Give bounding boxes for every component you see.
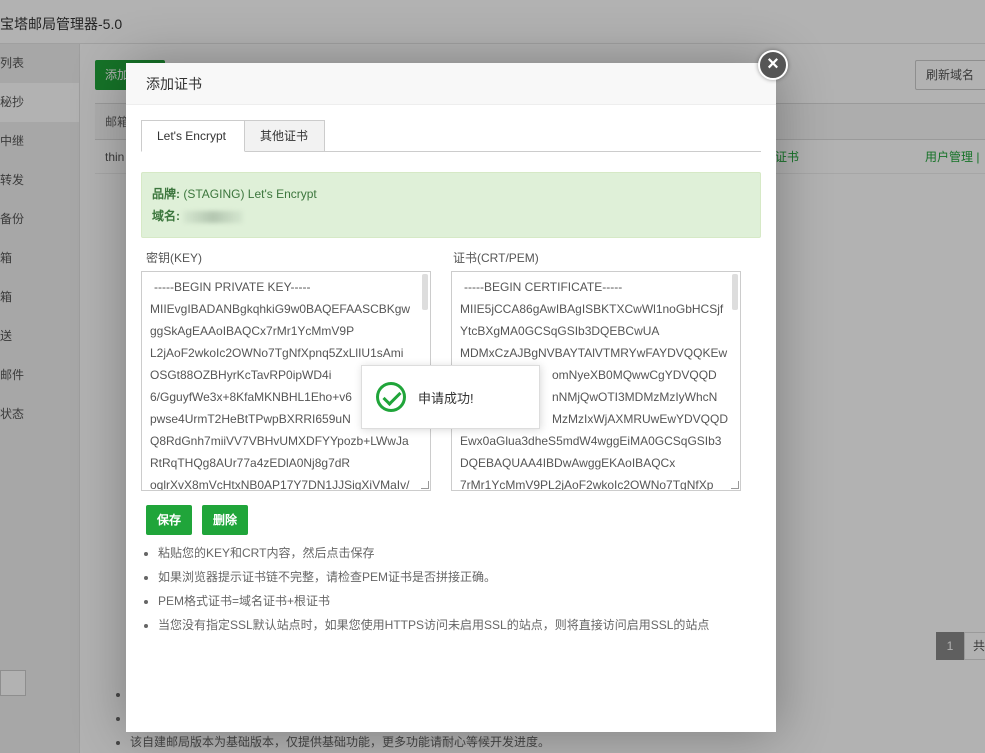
text-line: MIIE5jCCA86gAwIBAgISBKTXCwWl1noGbHCSjf — [460, 302, 724, 316]
tip-item: 粘贴您的KEY和CRT内容，然后点击保存 — [158, 541, 761, 565]
tip-item: PEM格式证书=域名证书+根证书 — [158, 589, 761, 613]
tip-item: 如果浏览器提示证书链不完整，请检查PEM证书是否拼接正确。 — [158, 565, 761, 589]
textarea-scrollbar[interactable] — [732, 274, 738, 310]
text-line: YtcBXgMA0GCSqGSIb3DQEBCwUA — [460, 324, 660, 338]
tab-letsencrypt[interactable]: Let's Encrypt — [141, 120, 245, 152]
success-toast: 申请成功! — [361, 365, 540, 429]
brand-label: 品牌: — [152, 187, 180, 201]
text-line: -----BEGIN CERTIFICATE----- — [464, 280, 623, 294]
text-line: RtRqTHQg8AUr77a4zEDlA0Nj8g7dR — [150, 456, 351, 470]
tab-other-certificate[interactable]: 其他证书 — [245, 120, 325, 152]
cert-label: 证书(CRT/PEM) — [453, 251, 539, 265]
text-line: L2jAoF2wkoIc2OWNo7TgNfXpnq5ZxLlIU1sAmi — [150, 346, 404, 360]
brand-value: (STAGING) Let's Encrypt — [180, 187, 317, 201]
tab-bar: Let's Encrypt 其他证书 — [141, 120, 761, 152]
domain-row: 域名: — [152, 205, 750, 227]
close-icon[interactable]: × — [758, 50, 788, 80]
text-line: Q8RdGnh7miiVV7VBHvUMXDFYYpozb+LWwJa — [150, 434, 409, 448]
certificate-info-box: 品牌: (STAGING) Let's Encrypt 域名: — [141, 172, 761, 238]
dialog-title: 添加证书 — [126, 63, 776, 105]
tip-item: 当您没有指定SSL默认站点时，如果您使用HTTPS访问未启用SSL的站点，则将直… — [158, 613, 761, 637]
resize-handle[interactable] — [731, 481, 739, 489]
textarea-scrollbar[interactable] — [422, 274, 428, 310]
brand-row: 品牌: (STAGING) Let's Encrypt — [152, 183, 750, 205]
domain-label: 域名: — [152, 209, 180, 223]
text-line: oqlrXvX8mVcHtxNB0AP17Y7DN1JJSigXiVMaIv/ — [150, 478, 410, 491]
text-line: DQEBAQUAA4IBDwAwggEKAoIBAQCx — [460, 456, 676, 470]
tips-list: 粘贴您的KEY和CRT内容，然后点击保存 如果浏览器提示证书链不完整，请检查PE… — [141, 541, 761, 637]
save-button[interactable]: 保存 — [146, 505, 192, 535]
blurred-domain — [183, 210, 244, 223]
key-label: 密钥(KEY) — [146, 251, 203, 265]
delete-button[interactable]: 删除 — [202, 505, 248, 535]
toast-message: 申请成功! — [418, 391, 474, 406]
check-circle-icon — [376, 382, 406, 412]
text-line: Ewx0aGlua3dheS5mdW4wggEiMA0GCSqGSIb3 — [460, 434, 722, 448]
resize-handle[interactable] — [421, 481, 429, 489]
text-line: ggSkAgEAAoIBAQCx7rMr1YcMmV9P — [150, 324, 355, 338]
text-line: 7rMr1YcMmV9PL2jAoF2wkoIc2OWNo7TgNfXp — [460, 478, 714, 491]
text-line: MDMxCzAJBgNVBAYTAlVTMRYwFAYDVQQKEw — [460, 346, 728, 360]
text-line: -----BEGIN PRIVATE KEY----- — [154, 280, 311, 294]
text-line: MIIEvgIBADANBgkqhkiG9w0BAQEFAASCBKgw — [150, 302, 411, 316]
